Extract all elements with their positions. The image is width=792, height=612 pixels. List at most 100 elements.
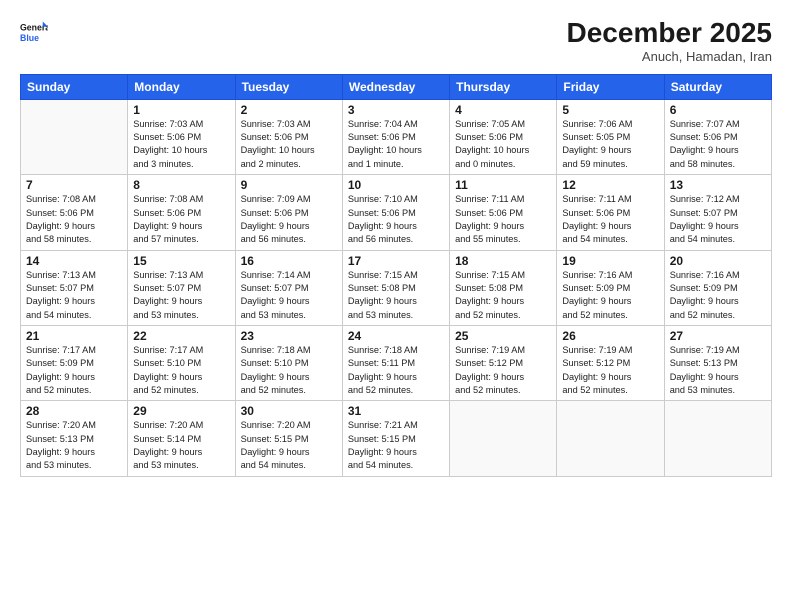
day-info: Sunrise: 7:03 AMSunset: 5:06 PMDaylight:… bbox=[133, 118, 229, 171]
week-row-3: 14Sunrise: 7:13 AMSunset: 5:07 PMDayligh… bbox=[21, 250, 772, 325]
day-cell: 26Sunrise: 7:19 AMSunset: 5:12 PMDayligh… bbox=[557, 325, 664, 400]
day-cell: 3Sunrise: 7:04 AMSunset: 5:06 PMDaylight… bbox=[342, 99, 449, 174]
day-number: 2 bbox=[241, 103, 337, 117]
day-cell: 15Sunrise: 7:13 AMSunset: 5:07 PMDayligh… bbox=[128, 250, 235, 325]
day-cell: 16Sunrise: 7:14 AMSunset: 5:07 PMDayligh… bbox=[235, 250, 342, 325]
day-cell: 9Sunrise: 7:09 AMSunset: 5:06 PMDaylight… bbox=[235, 175, 342, 250]
day-info: Sunrise: 7:20 AMSunset: 5:14 PMDaylight:… bbox=[133, 419, 229, 472]
day-number: 11 bbox=[455, 178, 551, 192]
day-info: Sunrise: 7:14 AMSunset: 5:07 PMDaylight:… bbox=[241, 269, 337, 322]
day-cell bbox=[664, 401, 771, 476]
day-number: 14 bbox=[26, 254, 122, 268]
day-cell: 29Sunrise: 7:20 AMSunset: 5:14 PMDayligh… bbox=[128, 401, 235, 476]
day-info: Sunrise: 7:18 AMSunset: 5:11 PMDaylight:… bbox=[348, 344, 444, 397]
day-cell: 1Sunrise: 7:03 AMSunset: 5:06 PMDaylight… bbox=[128, 99, 235, 174]
day-cell bbox=[21, 99, 128, 174]
day-info: Sunrise: 7:19 AMSunset: 5:13 PMDaylight:… bbox=[670, 344, 766, 397]
day-cell: 24Sunrise: 7:18 AMSunset: 5:11 PMDayligh… bbox=[342, 325, 449, 400]
week-row-4: 21Sunrise: 7:17 AMSunset: 5:09 PMDayligh… bbox=[21, 325, 772, 400]
calendar-table: SundayMondayTuesdayWednesdayThursdayFrid… bbox=[20, 74, 772, 477]
col-header-tuesday: Tuesday bbox=[235, 74, 342, 99]
day-info: Sunrise: 7:09 AMSunset: 5:06 PMDaylight:… bbox=[241, 193, 337, 246]
day-info: Sunrise: 7:20 AMSunset: 5:15 PMDaylight:… bbox=[241, 419, 337, 472]
day-number: 7 bbox=[26, 178, 122, 192]
day-cell: 28Sunrise: 7:20 AMSunset: 5:13 PMDayligh… bbox=[21, 401, 128, 476]
day-number: 29 bbox=[133, 404, 229, 418]
day-number: 18 bbox=[455, 254, 551, 268]
header-row: SundayMondayTuesdayWednesdayThursdayFrid… bbox=[21, 74, 772, 99]
col-header-wednesday: Wednesday bbox=[342, 74, 449, 99]
day-number: 26 bbox=[562, 329, 658, 343]
day-cell: 23Sunrise: 7:18 AMSunset: 5:10 PMDayligh… bbox=[235, 325, 342, 400]
svg-text:Blue: Blue bbox=[20, 33, 39, 43]
col-header-monday: Monday bbox=[128, 74, 235, 99]
day-cell: 18Sunrise: 7:15 AMSunset: 5:08 PMDayligh… bbox=[450, 250, 557, 325]
day-cell: 21Sunrise: 7:17 AMSunset: 5:09 PMDayligh… bbox=[21, 325, 128, 400]
day-info: Sunrise: 7:12 AMSunset: 5:07 PMDaylight:… bbox=[670, 193, 766, 246]
day-number: 19 bbox=[562, 254, 658, 268]
day-info: Sunrise: 7:06 AMSunset: 5:05 PMDaylight:… bbox=[562, 118, 658, 171]
day-number: 16 bbox=[241, 254, 337, 268]
day-cell: 11Sunrise: 7:11 AMSunset: 5:06 PMDayligh… bbox=[450, 175, 557, 250]
day-cell: 31Sunrise: 7:21 AMSunset: 5:15 PMDayligh… bbox=[342, 401, 449, 476]
day-info: Sunrise: 7:15 AMSunset: 5:08 PMDaylight:… bbox=[455, 269, 551, 322]
day-cell bbox=[557, 401, 664, 476]
day-number: 10 bbox=[348, 178, 444, 192]
day-number: 5 bbox=[562, 103, 658, 117]
day-cell: 30Sunrise: 7:20 AMSunset: 5:15 PMDayligh… bbox=[235, 401, 342, 476]
col-header-friday: Friday bbox=[557, 74, 664, 99]
col-header-saturday: Saturday bbox=[664, 74, 771, 99]
day-number: 20 bbox=[670, 254, 766, 268]
day-number: 31 bbox=[348, 404, 444, 418]
day-cell: 19Sunrise: 7:16 AMSunset: 5:09 PMDayligh… bbox=[557, 250, 664, 325]
day-info: Sunrise: 7:15 AMSunset: 5:08 PMDaylight:… bbox=[348, 269, 444, 322]
week-row-1: 1Sunrise: 7:03 AMSunset: 5:06 PMDaylight… bbox=[21, 99, 772, 174]
day-info: Sunrise: 7:19 AMSunset: 5:12 PMDaylight:… bbox=[455, 344, 551, 397]
day-info: Sunrise: 7:05 AMSunset: 5:06 PMDaylight:… bbox=[455, 118, 551, 171]
day-info: Sunrise: 7:17 AMSunset: 5:09 PMDaylight:… bbox=[26, 344, 122, 397]
day-info: Sunrise: 7:07 AMSunset: 5:06 PMDaylight:… bbox=[670, 118, 766, 171]
day-number: 3 bbox=[348, 103, 444, 117]
day-cell: 13Sunrise: 7:12 AMSunset: 5:07 PMDayligh… bbox=[664, 175, 771, 250]
header: General Blue December 2025 Anuch, Hamada… bbox=[20, 18, 772, 64]
col-header-sunday: Sunday bbox=[21, 74, 128, 99]
day-cell: 10Sunrise: 7:10 AMSunset: 5:06 PMDayligh… bbox=[342, 175, 449, 250]
day-number: 23 bbox=[241, 329, 337, 343]
day-number: 27 bbox=[670, 329, 766, 343]
day-cell: 20Sunrise: 7:16 AMSunset: 5:09 PMDayligh… bbox=[664, 250, 771, 325]
day-number: 22 bbox=[133, 329, 229, 343]
day-number: 28 bbox=[26, 404, 122, 418]
week-row-5: 28Sunrise: 7:20 AMSunset: 5:13 PMDayligh… bbox=[21, 401, 772, 476]
day-number: 1 bbox=[133, 103, 229, 117]
day-cell: 22Sunrise: 7:17 AMSunset: 5:10 PMDayligh… bbox=[128, 325, 235, 400]
day-cell: 2Sunrise: 7:03 AMSunset: 5:06 PMDaylight… bbox=[235, 99, 342, 174]
page: General Blue December 2025 Anuch, Hamada… bbox=[0, 0, 792, 612]
day-number: 25 bbox=[455, 329, 551, 343]
day-number: 30 bbox=[241, 404, 337, 418]
day-number: 9 bbox=[241, 178, 337, 192]
day-cell: 25Sunrise: 7:19 AMSunset: 5:12 PMDayligh… bbox=[450, 325, 557, 400]
day-info: Sunrise: 7:11 AMSunset: 5:06 PMDaylight:… bbox=[455, 193, 551, 246]
day-info: Sunrise: 7:13 AMSunset: 5:07 PMDaylight:… bbox=[133, 269, 229, 322]
day-info: Sunrise: 7:04 AMSunset: 5:06 PMDaylight:… bbox=[348, 118, 444, 171]
day-info: Sunrise: 7:13 AMSunset: 5:07 PMDaylight:… bbox=[26, 269, 122, 322]
day-cell: 27Sunrise: 7:19 AMSunset: 5:13 PMDayligh… bbox=[664, 325, 771, 400]
day-info: Sunrise: 7:17 AMSunset: 5:10 PMDaylight:… bbox=[133, 344, 229, 397]
day-info: Sunrise: 7:16 AMSunset: 5:09 PMDaylight:… bbox=[562, 269, 658, 322]
col-header-thursday: Thursday bbox=[450, 74, 557, 99]
logo: General Blue bbox=[20, 18, 48, 46]
day-info: Sunrise: 7:08 AMSunset: 5:06 PMDaylight:… bbox=[26, 193, 122, 246]
day-number: 4 bbox=[455, 103, 551, 117]
day-number: 21 bbox=[26, 329, 122, 343]
logo-icon: General Blue bbox=[20, 18, 48, 46]
day-info: Sunrise: 7:21 AMSunset: 5:15 PMDaylight:… bbox=[348, 419, 444, 472]
day-number: 24 bbox=[348, 329, 444, 343]
day-cell: 7Sunrise: 7:08 AMSunset: 5:06 PMDaylight… bbox=[21, 175, 128, 250]
day-number: 13 bbox=[670, 178, 766, 192]
day-info: Sunrise: 7:18 AMSunset: 5:10 PMDaylight:… bbox=[241, 344, 337, 397]
day-number: 12 bbox=[562, 178, 658, 192]
day-info: Sunrise: 7:16 AMSunset: 5:09 PMDaylight:… bbox=[670, 269, 766, 322]
subtitle: Anuch, Hamadan, Iran bbox=[567, 49, 772, 64]
title-block: December 2025 Anuch, Hamadan, Iran bbox=[567, 18, 772, 64]
day-cell bbox=[450, 401, 557, 476]
